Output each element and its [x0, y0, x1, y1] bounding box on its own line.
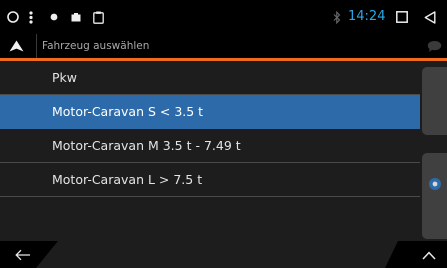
chat-bubble-icon[interactable]	[425, 39, 443, 53]
vehicle-list: Pkw Motor-Caravan S < 3.5 t Motor-Carava…	[0, 61, 420, 197]
clock-time: 14:24	[348, 9, 386, 24]
list-item-label: Motor-Caravan S < 3.5 t	[52, 104, 204, 119]
bottom-bar-background	[0, 241, 447, 268]
recent-apps-icon[interactable]	[395, 8, 409, 26]
page-title: Fahrzeug auswählen	[36, 34, 149, 58]
status-bar: 14:24	[0, 0, 447, 34]
list-item-label: Motor-Caravan M 3.5 t - 7.49 t	[52, 138, 241, 153]
list-item-motor-caravan-l[interactable]: Motor-Caravan L > 7.5 t	[0, 163, 420, 197]
arrow-left-icon[interactable]	[8, 243, 38, 267]
battery-icon	[70, 8, 82, 26]
list-item-label: Motor-Caravan L > 7.5 t	[52, 172, 203, 187]
list-item-motor-caravan-s[interactable]: Motor-Caravan S < 3.5 t	[0, 95, 420, 129]
bluetooth-icon	[332, 8, 342, 26]
back-nav-icon[interactable]	[423, 8, 437, 26]
clipboard-icon	[92, 8, 105, 26]
chevron-up-icon[interactable]	[414, 243, 444, 267]
dot-icon	[49, 8, 59, 26]
bottom-bar	[0, 241, 447, 268]
app-header: Fahrzeug auswählen	[0, 34, 447, 58]
list-item-label: Pkw	[52, 70, 77, 85]
circle-icon	[5, 8, 21, 26]
list-item-motor-caravan-m[interactable]: Motor-Caravan M 3.5 t - 7.49 t	[0, 129, 420, 163]
navigation-arrow-icon[interactable]	[8, 38, 24, 54]
more-vert-icon	[26, 8, 36, 26]
side-rail	[422, 61, 447, 241]
scroll-indicator-icon	[428, 176, 442, 195]
side-tab-top[interactable]	[422, 67, 447, 135]
side-tab-bottom[interactable]	[422, 153, 447, 239]
list-item-pkw[interactable]: Pkw	[0, 61, 420, 95]
